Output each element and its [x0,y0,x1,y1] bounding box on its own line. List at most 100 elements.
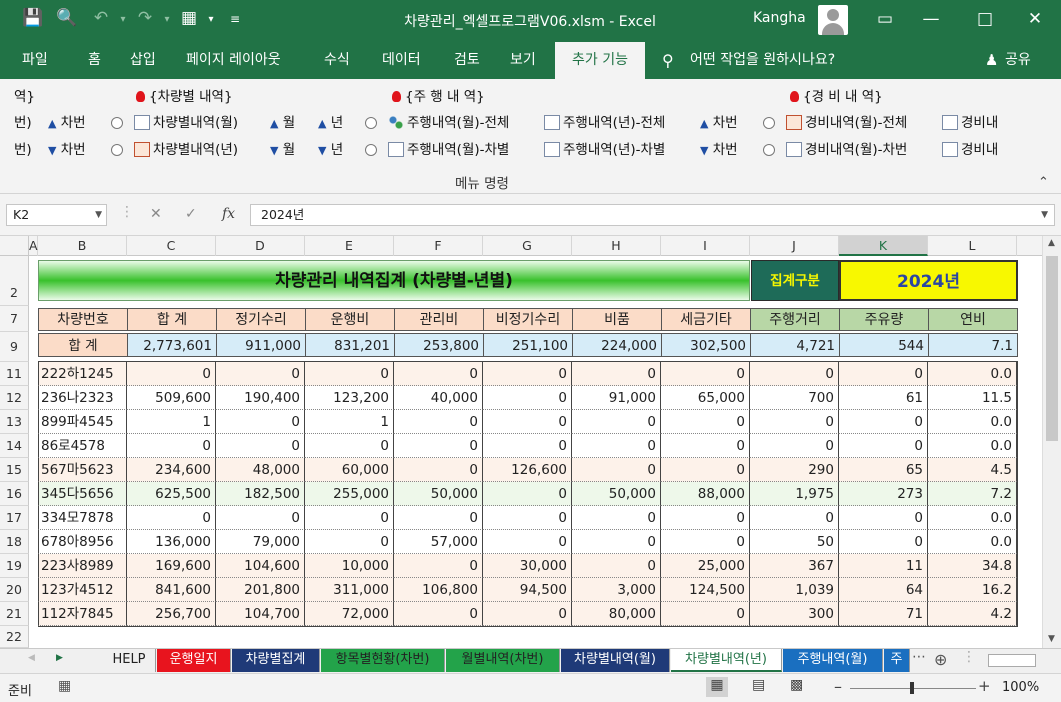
ribbon-display-icon[interactable]: ▭ [862,4,908,34]
table-cell[interactable]: 61 [839,386,928,410]
table-cell[interactable]: 80,000 [572,602,661,626]
add-sheet-icon[interactable]: ⊕ [934,650,947,669]
table-cell[interactable]: 0 [839,362,928,386]
tab-page-layout[interactable]: 페이지 레이아웃 [176,42,291,79]
row-header[interactable]: 15 [0,458,29,482]
table-cell[interactable]: 0 [394,410,483,434]
table-cell[interactable]: 0 [216,362,305,386]
total-cell[interactable]: 544 [839,333,929,357]
sheet-tab[interactable]: 주 [884,649,910,672]
column-heading[interactable]: 비품 [572,308,662,331]
total-cell[interactable]: 7.1 [928,333,1018,357]
table-cell[interactable]: 0 [839,434,928,458]
table-cell[interactable]: 123,200 [305,386,394,410]
next-car-button[interactable]: ▲ 차번 [700,114,738,133]
column-heading[interactable]: 운행비 [305,308,395,331]
table-cell[interactable]: 367 [750,554,839,578]
column-header-l[interactable]: L [928,236,1017,256]
table-cell[interactable]: 0 [661,434,750,458]
table-cell[interactable]: 11.5 [928,386,1017,410]
table-cell[interactable]: 0 [394,554,483,578]
table-cell[interactable]: 136,000 [127,530,216,554]
row-header[interactable]: 12 [0,386,29,410]
table-cell[interactable]: 0 [750,506,839,530]
sheet-tab[interactable]: 차량별내역(년) [671,649,782,672]
table-cell[interactable]: 841,600 [127,578,216,602]
table-cell[interactable]: 0 [394,434,483,458]
column-header-d[interactable]: D [216,236,305,256]
table-cell[interactable]: 0 [483,602,572,626]
table-cell[interactable]: 0 [661,458,750,482]
sheet-tab[interactable]: HELP [103,649,156,672]
next-month-button[interactable]: ▼ 월 [270,141,295,160]
sheet-tab[interactable]: 차량별집계 [232,649,320,672]
table-cell[interactable]: 0 [127,362,216,386]
table-cell[interactable]: 104,600 [216,554,305,578]
sheet-tab[interactable]: 항목별현황(차번) [321,649,445,672]
table-cell[interactable]: 0 [572,506,661,530]
column-header-e[interactable]: E [305,236,394,256]
table-cell[interactable]: 0 [572,554,661,578]
table-cell[interactable]: 0.0 [928,410,1017,434]
tab-insert[interactable]: 삽입 [120,42,166,79]
vehicle-number-cell[interactable]: 345다5656 [38,482,127,506]
table-cell[interactable]: 0.0 [928,434,1017,458]
table-cell[interactable]: 0.0 [928,530,1017,554]
table-cell[interactable]: 0 [483,386,572,410]
row-header[interactable]: 13 [0,410,29,434]
row-header[interactable]: 7 [0,306,29,332]
column-heading[interactable]: 차량번호 [38,308,128,331]
table-cell[interactable]: 0 [839,530,928,554]
table-cell[interactable]: 0 [661,410,750,434]
vertical-scrollbar[interactable]: ▲ ▼ [1042,236,1061,648]
table-cell[interactable]: 0 [305,530,394,554]
table-cell[interactable]: 0.0 [928,506,1017,530]
sheet-tab[interactable]: 차량별내역(월) [561,649,670,672]
table-cell[interactable]: 94,500 [483,578,572,602]
vehicle-number-cell[interactable]: 86로4578 [38,434,127,458]
user-name[interactable]: Kangha [753,10,806,26]
table-cell[interactable]: 1,975 [750,482,839,506]
table-cell[interactable]: 16.2 [928,578,1017,602]
table-cell[interactable]: 34.8 [928,554,1017,578]
table-cell[interactable]: 104,700 [216,602,305,626]
sheet-title[interactable]: 차량관리 내역집계 (차량별-년별) [38,260,750,301]
tab-data[interactable]: 데이터 [372,42,431,79]
print-preview-icon[interactable]: 🔍 [54,8,80,28]
row-header[interactable]: 19 [0,554,29,578]
row-header[interactable]: 11 [0,362,29,386]
table-cell[interactable]: 1 [127,410,216,434]
radio-vehicle-year[interactable] [111,141,123,159]
table-cell[interactable]: 50,000 [394,482,483,506]
zoom-out-icon[interactable]: – [834,677,842,696]
zoom-in-icon[interactable]: + [978,677,991,695]
table-cell[interactable]: 256,700 [127,602,216,626]
table-cell[interactable]: 182,500 [216,482,305,506]
tab-formulas[interactable]: 수식 [314,42,360,79]
drive-month-all-button[interactable]: 주행내역(월)-전체 [388,114,509,132]
table-cell[interactable]: 273 [839,482,928,506]
total-cell[interactable]: 251,100 [483,333,573,357]
table-cell[interactable]: 0 [127,506,216,530]
table-cell[interactable]: 40,000 [394,386,483,410]
table-cell[interactable]: 0.0 [928,362,1017,386]
close-icon[interactable]: ✕ [1012,4,1058,34]
row-header[interactable]: 14 [0,434,29,458]
table-cell[interactable]: 190,400 [216,386,305,410]
table-cell[interactable]: 0 [305,434,394,458]
select-all[interactable] [0,236,29,256]
table-cell[interactable]: 48,000 [216,458,305,482]
vehicle-number-cell[interactable]: 899파4545 [38,410,127,434]
scroll-thumb[interactable] [1046,256,1058,441]
column-header-b[interactable]: B [38,236,127,256]
vehicle-number-cell[interactable]: 222하1245 [38,362,127,386]
table-cell[interactable]: 255,000 [305,482,394,506]
radio-expense-month-car[interactable] [763,141,775,159]
table-cell[interactable]: 1,039 [750,578,839,602]
total-cell[interactable]: 253,800 [394,333,484,357]
table-cell[interactable]: 124,500 [661,578,750,602]
sheet-tab[interactable]: 운행일지 [157,649,231,672]
row-header[interactable]: 20 [0,578,29,602]
table-cell[interactable]: 0 [305,362,394,386]
sheet-tab[interactable]: 주행내역(월) [783,649,883,672]
